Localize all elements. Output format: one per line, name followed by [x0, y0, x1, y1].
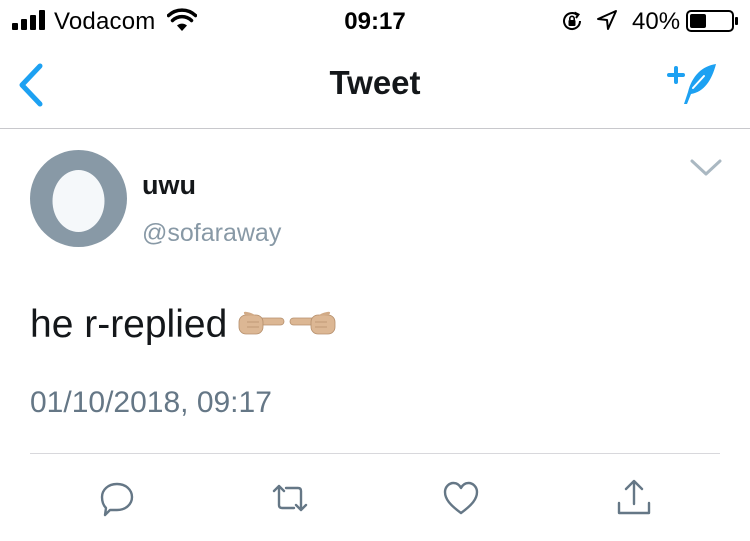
reply-icon [100, 482, 134, 517]
default-egg-avatar-icon [52, 170, 105, 232]
reply-button[interactable] [97, 478, 137, 518]
share-button[interactable] [614, 478, 654, 518]
status-bar: Vodacom 09:17 40% [0, 0, 750, 42]
share-icon [617, 479, 651, 515]
location-arrow-icon [597, 10, 617, 30]
tweet-timestamp: 01/10/2018, 09:17 [30, 386, 272, 419]
page-title: Tweet [329, 64, 421, 101]
display-name[interactable]: uwu [142, 170, 196, 201]
tweet-text-row: he r-replied [30, 303, 337, 347]
compose-tweet-icon [667, 64, 716, 104]
avatar[interactable] [30, 150, 127, 247]
retweet-button[interactable] [270, 478, 310, 518]
like-button[interactable] [441, 478, 481, 518]
chevron-down-icon [690, 159, 722, 176]
tweet-options-button[interactable] [686, 152, 726, 182]
rotation-lock-icon [563, 11, 582, 30]
compose-tweet-button[interactable] [664, 58, 722, 108]
navigation-bar: Tweet [0, 42, 750, 129]
retweet-icon [272, 484, 308, 512]
user-handle[interactable]: @sofaraway [142, 219, 281, 248]
tweet-text: he r-replied [30, 303, 228, 346]
heart-icon [443, 481, 479, 515]
divider [30, 453, 720, 454]
pointing-right-hand-icon [238, 311, 285, 335]
battery-percentage: 40% [632, 8, 681, 35]
battery-icon [686, 10, 738, 32]
pointing-left-hand-icon [289, 311, 336, 335]
